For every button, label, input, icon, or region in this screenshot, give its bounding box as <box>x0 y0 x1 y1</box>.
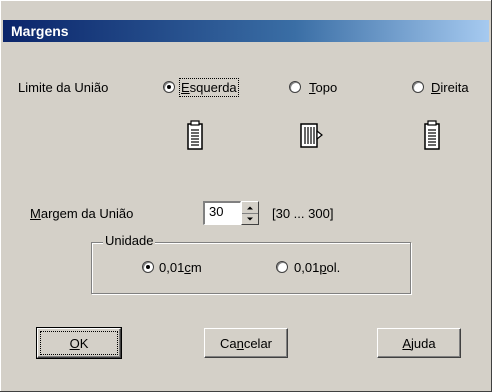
binding-margin-label: Margem da União <box>30 206 134 221</box>
radio-circle[interactable] <box>163 81 175 93</box>
margins-dialog: Margens Limite da União Esquerda Topo Di… <box>0 0 492 392</box>
unit-groupbox <box>91 242 411 294</box>
radio-label-left[interactable]: Esquerda <box>179 78 239 97</box>
spin-down-button[interactable] <box>242 213 258 224</box>
binding-margin-range: [30 ... 300] <box>272 206 334 221</box>
radio-circle[interactable] <box>289 81 301 93</box>
binding-right-icon <box>424 120 440 150</box>
help-button[interactable]: Ajuda <box>377 328 461 358</box>
binding-top-icon <box>300 123 323 148</box>
binding-margin-spinner[interactable] <box>241 201 259 225</box>
dialog-title-bar[interactable]: Margens <box>3 20 489 42</box>
spin-up-button[interactable] <box>242 202 258 213</box>
radio-label-right[interactable]: Direita <box>431 80 469 95</box>
binding-limit-label: Limite da União <box>18 80 109 95</box>
binding-margin-input[interactable]: 30 <box>203 201 241 225</box>
radio-label-top[interactable]: Topo <box>309 80 337 95</box>
binding-left-icon <box>187 120 203 150</box>
radio-label-inch[interactable]: 0,01pol. <box>294 260 340 275</box>
ok-button[interactable]: OK <box>36 327 122 359</box>
unit-groupbox-legend: Unidade <box>103 233 156 248</box>
dialog-title: Margens <box>11 23 69 39</box>
radio-circle[interactable] <box>142 261 154 273</box>
radio-circle[interactable] <box>276 261 288 273</box>
cancel-button[interactable]: Ca n celar <box>204 328 288 358</box>
radio-circle[interactable] <box>412 81 424 93</box>
radio-label-cm[interactable]: 0,01cm <box>159 260 202 275</box>
